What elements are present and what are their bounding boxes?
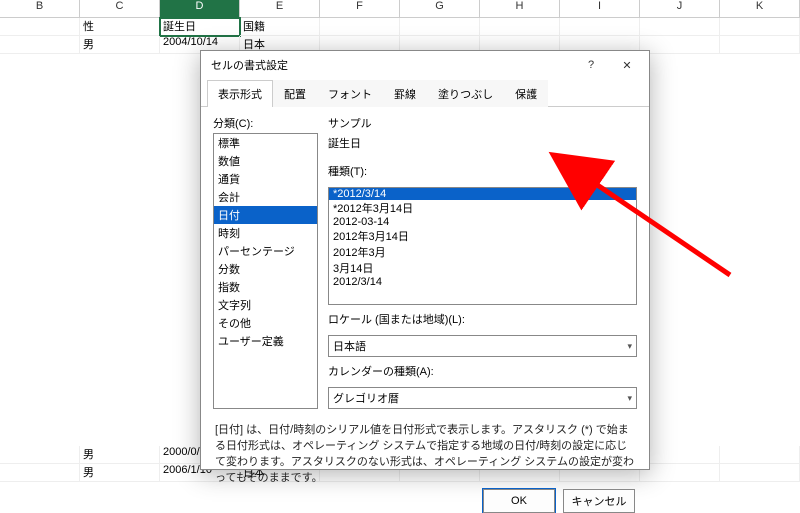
help-button[interactable]: ?	[573, 52, 609, 78]
type-item[interactable]: 2012-03-14	[329, 216, 636, 228]
cell[interactable]	[0, 464, 80, 482]
cell[interactable]	[0, 18, 80, 36]
cell[interactable]: 性	[80, 18, 160, 36]
locale-value: 日本語	[333, 338, 366, 354]
category-item[interactable]: 会計	[214, 188, 317, 206]
category-item[interactable]: 標準	[214, 134, 317, 152]
type-item[interactable]: 2012/3/14	[329, 276, 636, 288]
cell[interactable]	[320, 18, 400, 36]
chevron-down-icon: ▾	[627, 393, 632, 404]
cell[interactable]	[640, 464, 720, 482]
cell[interactable]: 男	[80, 446, 160, 464]
ok-button[interactable]: OK	[483, 489, 555, 513]
cell[interactable]	[400, 18, 480, 36]
dialog-title: セルの書式設定	[211, 57, 288, 73]
cell[interactable]	[640, 18, 720, 36]
category-list[interactable]: 標準数値通貨会計日付時刻パーセンテージ分数指数文字列その他ユーザー定義	[213, 133, 318, 409]
calendar-label: カレンダーの種類(A):	[328, 363, 637, 379]
calendar-combo[interactable]: グレゴリオ暦 ▾	[328, 387, 637, 409]
cell[interactable]	[0, 36, 80, 54]
column-header[interactable]: H	[480, 0, 560, 17]
type-label: 種類(T):	[328, 163, 637, 179]
type-item[interactable]: *2012年3月14日	[329, 200, 636, 216]
type-item[interactable]: 3月14日	[329, 260, 636, 276]
cell[interactable]	[720, 464, 800, 482]
cell[interactable]: 国籍	[240, 18, 320, 36]
dialog-titlebar: セルの書式設定 ? ✕	[201, 51, 649, 79]
sample-value: 誕生日	[328, 133, 637, 157]
category-item[interactable]: その他	[214, 314, 317, 332]
category-item[interactable]: パーセンテージ	[214, 242, 317, 260]
category-item[interactable]: 時刻	[214, 224, 317, 242]
tab-2[interactable]: フォント	[317, 80, 383, 107]
cell[interactable]	[720, 446, 800, 464]
category-item[interactable]: 指数	[214, 278, 317, 296]
category-item[interactable]: 分数	[214, 260, 317, 278]
column-headers: BCDEFGHIJK	[0, 0, 800, 18]
locale-label: ロケール (国または地域)(L):	[328, 311, 637, 327]
category-item[interactable]: 文字列	[214, 296, 317, 314]
column-header[interactable]: I	[560, 0, 640, 17]
format-description: [日付] は、日付/時刻のシリアル値を日付形式で表示します。アスタリスク (*)…	[201, 417, 649, 481]
column-header[interactable]: B	[0, 0, 80, 17]
cell[interactable]	[720, 36, 800, 54]
category-item[interactable]: 通貨	[214, 170, 317, 188]
column-header[interactable]: D	[160, 0, 240, 17]
cancel-button[interactable]: キャンセル	[563, 489, 635, 513]
column-header[interactable]: E	[240, 0, 320, 17]
cell[interactable]	[560, 18, 640, 36]
cell[interactable]	[720, 18, 800, 36]
cell[interactable]	[0, 446, 80, 464]
chevron-down-icon: ▾	[627, 341, 632, 352]
cell[interactable]: 男	[80, 36, 160, 54]
column-header[interactable]: G	[400, 0, 480, 17]
type-list[interactable]: *2012/3/14*2012年3月14日2012-03-142012年3月14…	[328, 187, 637, 305]
close-button[interactable]: ✕	[609, 52, 645, 78]
tab-3[interactable]: 罫線	[383, 80, 427, 107]
type-item[interactable]: 2012年3月14日	[329, 228, 636, 244]
column-header[interactable]: J	[640, 0, 720, 17]
tab-0[interactable]: 表示形式	[207, 80, 273, 107]
type-item[interactable]: 2012年3月	[329, 244, 636, 260]
cell[interactable]: 誕生日	[160, 18, 240, 36]
dialog-tabs: 表示形式配置フォント罫線塗りつぶし保護	[201, 79, 649, 107]
tab-1[interactable]: 配置	[273, 80, 317, 107]
format-cells-dialog: セルの書式設定 ? ✕ 表示形式配置フォント罫線塗りつぶし保護 分類(C): 標…	[200, 50, 650, 470]
locale-combo[interactable]: 日本語 ▾	[328, 335, 637, 357]
calendar-value: グレゴリオ暦	[333, 390, 399, 406]
category-item[interactable]: ユーザー定義	[214, 332, 317, 350]
column-header[interactable]: F	[320, 0, 400, 17]
category-item[interactable]: 数値	[214, 152, 317, 170]
category-label: 分類(C):	[213, 115, 318, 131]
cell[interactable]	[480, 18, 560, 36]
tab-5[interactable]: 保護	[504, 80, 548, 107]
cell[interactable]	[640, 36, 720, 54]
type-item[interactable]: *2012/3/14	[329, 188, 636, 200]
cell[interactable]	[640, 446, 720, 464]
tab-4[interactable]: 塗りつぶし	[427, 80, 504, 107]
category-item[interactable]: 日付	[214, 206, 317, 224]
sample-label: サンプル	[328, 115, 637, 131]
column-header[interactable]: K	[720, 0, 800, 17]
column-header[interactable]: C	[80, 0, 160, 17]
cell[interactable]: 男	[80, 464, 160, 482]
